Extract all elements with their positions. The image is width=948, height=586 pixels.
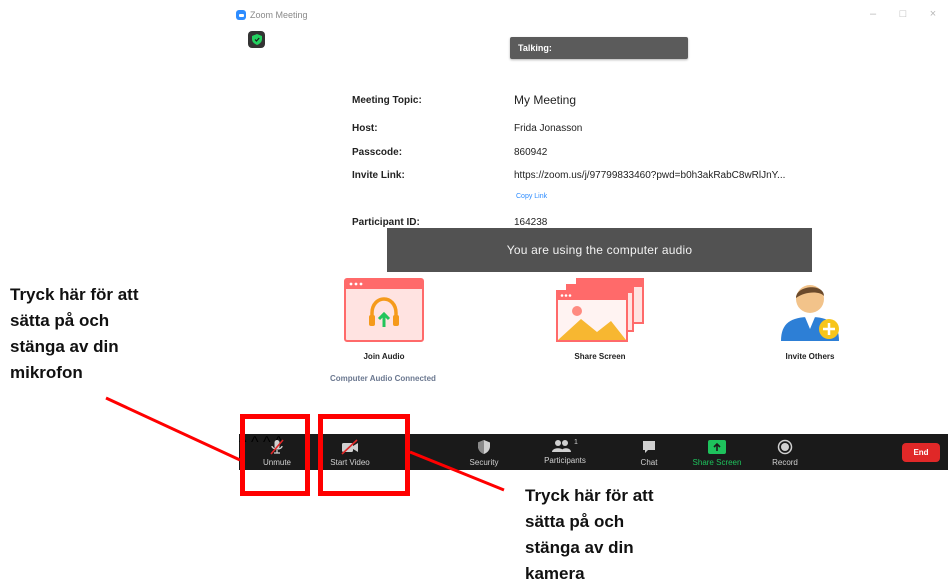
camera-callout-line: kamera [525, 564, 585, 583]
mic-callout-line: sätta på och [10, 311, 110, 330]
mic-callout-line: Tryck här för att [10, 285, 139, 304]
annotation-arrows [105, 396, 505, 492]
camera-callout: Tryck här för att sätta på och stänga av… [525, 483, 654, 586]
zoom-meeting-screenshot: Zoom Meeting – □ × Talking: Meeting Topi… [0, 0, 948, 586]
camera-callout-line: Tryck här för att [525, 486, 654, 505]
mic-callout: Tryck här för att sätta på och stänga av… [10, 282, 139, 386]
mic-callout-line: mikrofon [10, 363, 83, 382]
camera-callout-line: sätta på och [525, 512, 625, 531]
mic-callout-line: stänga av din [10, 337, 119, 356]
mic-arrow-line [105, 396, 241, 462]
camera-callout-line: stänga av din [525, 538, 634, 557]
camera-arrow-line [409, 450, 505, 492]
